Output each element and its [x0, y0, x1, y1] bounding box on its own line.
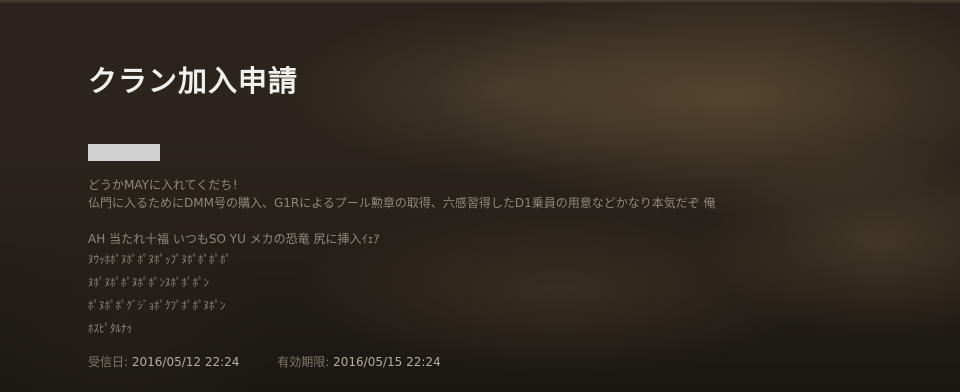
message-line: ﾇｳｯﾎﾎﾟﾇﾎﾟﾎﾟﾇﾎﾟｯﾌﾟﾇﾎﾟﾎﾟﾎﾟﾎﾟ — [88, 253, 231, 266]
message-line: ﾎﾟﾇﾎﾟﾎﾟｸﾞｼﾞｮﾎﾟｸﾌﾟﾎﾟﾎﾟﾇﾎﾟﾝ — [88, 299, 226, 312]
received-date-label: 受信日: — [88, 355, 129, 369]
page-title: クラン加入申請 — [88, 64, 299, 98]
clan-application-panel: クラン加入申請 どうかMAYに入れてくだち！ 仏門に入るためにDMM号の購入、G… — [0, 0, 960, 392]
message-line: どうかMAYに入れてくだち！ — [88, 178, 245, 192]
message-line: ﾎｽﾋﾟﾀﾙﾅｩ — [88, 322, 132, 335]
message-dates: 受信日: 2016/05/12 22:24 有効期限: 2016/05/15 2… — [88, 353, 441, 370]
top-divider — [0, 0, 960, 4]
message-line: AH 当たれ十福 いつもSO YU メカの恐竜 尻に挿入ｲｪｱ — [88, 232, 380, 246]
message-spacer — [88, 212, 948, 230]
sender-name-redacted — [88, 144, 160, 161]
message-line: ﾇﾎﾟﾇﾎﾟﾎﾟﾇﾎﾟﾎﾟﾝﾇﾎﾟﾎﾟﾎﾟﾝ — [88, 276, 209, 289]
expiry-date: 2016/05/15 22:24 — [333, 355, 441, 369]
expiry-date-label: 有効期限: — [277, 355, 330, 369]
message-body: どうかMAYに入れてくだち！ 仏門に入るためにDMM号の購入、G1Rによるプール… — [88, 176, 948, 340]
received-date: 2016/05/12 22:24 — [131, 355, 240, 369]
message-line: 仏門に入るためにDMM号の購入、G1Rによるプール勲章の取得、六感習得したD1乗… — [88, 196, 716, 210]
